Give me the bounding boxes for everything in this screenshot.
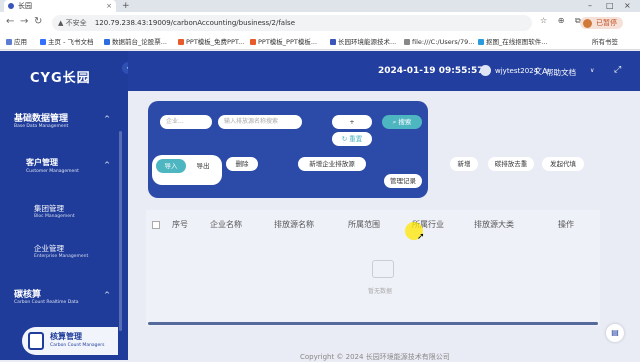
document-fab-icon[interactable]: ▤ bbox=[606, 324, 624, 342]
profile-avatar-icon bbox=[583, 19, 592, 28]
all-bookmarks[interactable]: 所有书签 bbox=[592, 34, 618, 50]
reset-button[interactable]: ↻ 重置 bbox=[332, 132, 372, 146]
bookmark-item[interactable]: 抠图_在线抠图软件... bbox=[478, 34, 547, 50]
import-button[interactable]: 导入 bbox=[156, 159, 186, 173]
horizontal-scrollbar[interactable] bbox=[148, 322, 598, 325]
column-header[interactable]: 序号 bbox=[172, 219, 188, 230]
sidebar-item-label: 核算管理 bbox=[50, 332, 82, 341]
chevron-up-icon: ^ bbox=[104, 291, 110, 299]
close-window-button[interactable]: × bbox=[624, 0, 631, 12]
chevron-up-icon: ^ bbox=[104, 115, 110, 123]
sidebar: CYG长园 基础数据管理 Base Data Management ^ 客户管理… bbox=[0, 51, 128, 360]
bookmark-item[interactable]: 应用 bbox=[6, 34, 27, 50]
chevron-down-icon[interactable]: ∨ bbox=[590, 67, 594, 74]
profile-paused-button[interactable]: 已暂停 bbox=[580, 17, 623, 29]
tab-close-icon[interactable]: × bbox=[106, 0, 112, 12]
chevron-up-icon: ^ bbox=[104, 161, 110, 169]
column-header[interactable]: 排放源大类 bbox=[474, 219, 514, 230]
bookmark-item[interactable]: file:///C:/Users/79... bbox=[404, 34, 474, 50]
copyright: Copyright © 2024 长园环境能源技术有限公司 bbox=[300, 353, 450, 361]
bookmark-icon bbox=[178, 39, 184, 45]
keyword-input[interactable]: 输入排放源名称搜索 bbox=[218, 115, 302, 129]
bookmark-item[interactable]: PPT模板_PPT模板... bbox=[250, 34, 317, 50]
sidebar-item-label: 碳核算 bbox=[14, 290, 42, 300]
avatar[interactable] bbox=[480, 65, 491, 76]
sidebar-item-label: 客户管理 bbox=[26, 158, 58, 167]
browser-tab[interactable]: 长园 × bbox=[4, 0, 116, 12]
fullscreen-icon[interactable]: ⤢ bbox=[614, 65, 621, 75]
bookmark-icon bbox=[40, 39, 46, 45]
sidebar-scrollbar[interactable] bbox=[119, 131, 122, 331]
add-button[interactable]: + bbox=[332, 115, 372, 129]
empty-state-text: 暂无数据 bbox=[368, 288, 393, 295]
top-header: 2024-01-19 09:55:57 wjytest2024 文A 帮助文档 … bbox=[128, 51, 640, 91]
bookmark-item[interactable]: PPT模板_免费PPT... bbox=[178, 34, 244, 50]
import-export-group: 导入 导出 bbox=[152, 155, 222, 185]
document-icon bbox=[28, 332, 44, 350]
column-header[interactable]: 企业名称 bbox=[210, 219, 242, 230]
minimize-button[interactable]: – bbox=[588, 0, 592, 12]
current-datetime: 2024-01-19 09:55:57 bbox=[378, 66, 484, 76]
bookmark-icon bbox=[250, 39, 256, 45]
column-header[interactable]: 操作 bbox=[558, 219, 574, 230]
empty-box-icon bbox=[372, 260, 394, 278]
security-warning[interactable]: ▲ 不安全 bbox=[58, 19, 87, 27]
extension-icons[interactable]: ☆ ⊕ ⧉ bbox=[540, 16, 585, 26]
paused-label: 已暂停 bbox=[596, 19, 617, 27]
forward-button[interactable]: → bbox=[20, 16, 28, 27]
add-new-button[interactable]: 新增 bbox=[450, 157, 478, 171]
delete-button[interactable]: 删除 bbox=[226, 157, 258, 171]
sidebar-item-label: 企业管理 bbox=[34, 244, 64, 253]
url-text: 120.79.238.43:19009/carbonAccounting/bus… bbox=[94, 19, 295, 27]
back-button[interactable]: ← bbox=[6, 16, 14, 27]
bookmark-icon bbox=[104, 39, 110, 45]
url-field[interactable]: ▲ 不安全 120.79.238.43:19009/carbonAccounti… bbox=[52, 15, 532, 31]
sidebar-item-label: 基础数据管理 bbox=[14, 114, 69, 124]
help-docs-link[interactable]: 帮助文档 bbox=[546, 67, 576, 78]
address-bar-row: ← → ↻ ▲ 不安全 120.79.238.43:19009/carbonAc… bbox=[0, 12, 640, 34]
new-tab-button[interactable]: + bbox=[122, 0, 130, 12]
initiate-fill-button[interactable]: 发起代填 bbox=[542, 157, 584, 171]
sidebar-item-sublabel: Carbon Count Managers bbox=[50, 343, 105, 348]
sidebar-item-sublabel: Customer Management bbox=[26, 169, 79, 174]
sidebar-item-sublabel: Carbon Count Realtime Data bbox=[14, 300, 79, 305]
username[interactable]: wjytest2024 bbox=[495, 67, 538, 75]
carbon-dedup-button[interactable]: 碳排放去重 bbox=[488, 157, 534, 171]
file-icon bbox=[404, 39, 410, 45]
browser-tab-bar: 长园 × + – □ × bbox=[0, 0, 640, 12]
sidebar-item-sublabel: Enterprise Management bbox=[34, 254, 89, 259]
maximize-button[interactable]: □ bbox=[606, 0, 614, 12]
bookmarks-bar: 应用 主页 - 飞书文档 数据前台_论股票... PPT模板_免费PPT... … bbox=[0, 34, 640, 50]
tab-title: 长园 bbox=[18, 2, 32, 10]
export-button[interactable]: 导出 bbox=[188, 159, 218, 173]
search-button[interactable]: ⌕ 搜索 bbox=[382, 115, 422, 129]
sidebar-item-label: 集团管理 bbox=[34, 204, 64, 213]
sidebar-item-sublabel: Base Data Management bbox=[14, 124, 69, 129]
bookmark-item[interactable]: 长园环境能源技术... bbox=[330, 34, 396, 50]
bookmark-icon bbox=[330, 39, 336, 45]
select-all-checkbox[interactable] bbox=[152, 221, 160, 229]
manage-records-button[interactable]: 管理记录 bbox=[384, 174, 422, 188]
brand-logo: CYG长园 bbox=[30, 71, 91, 86]
table-header: 序号 企业名称 排放源名称 所属范围 所属行业 排放源大类 操作 bbox=[146, 214, 600, 236]
sidebar-item-sublabel: Bloc Management bbox=[34, 214, 75, 219]
sidebar-item-accounting-management[interactable]: 核算管理 Carbon Count Managers bbox=[22, 327, 118, 355]
site-favicon-icon bbox=[8, 3, 14, 9]
column-header[interactable]: 排放源名称 bbox=[274, 219, 314, 230]
bookmark-icon bbox=[478, 39, 484, 45]
add-enterprise-source-button[interactable]: 新增企业排放源 bbox=[298, 157, 366, 171]
data-table: 序号 企业名称 排放源名称 所属范围 所属行业 排放源大类 操作 暂无数据 bbox=[146, 210, 600, 326]
bookmark-item[interactable]: 主页 - 飞书文档 bbox=[40, 34, 93, 50]
bookmark-item[interactable]: 数据前台_论股票... bbox=[104, 34, 167, 50]
column-header[interactable]: 所属范围 bbox=[348, 219, 380, 230]
mouse-pointer-icon: ➚ bbox=[417, 232, 425, 242]
enterprise-select[interactable]: 企业... bbox=[160, 115, 212, 129]
apps-icon bbox=[6, 39, 12, 45]
reload-button[interactable]: ↻ bbox=[34, 16, 42, 27]
